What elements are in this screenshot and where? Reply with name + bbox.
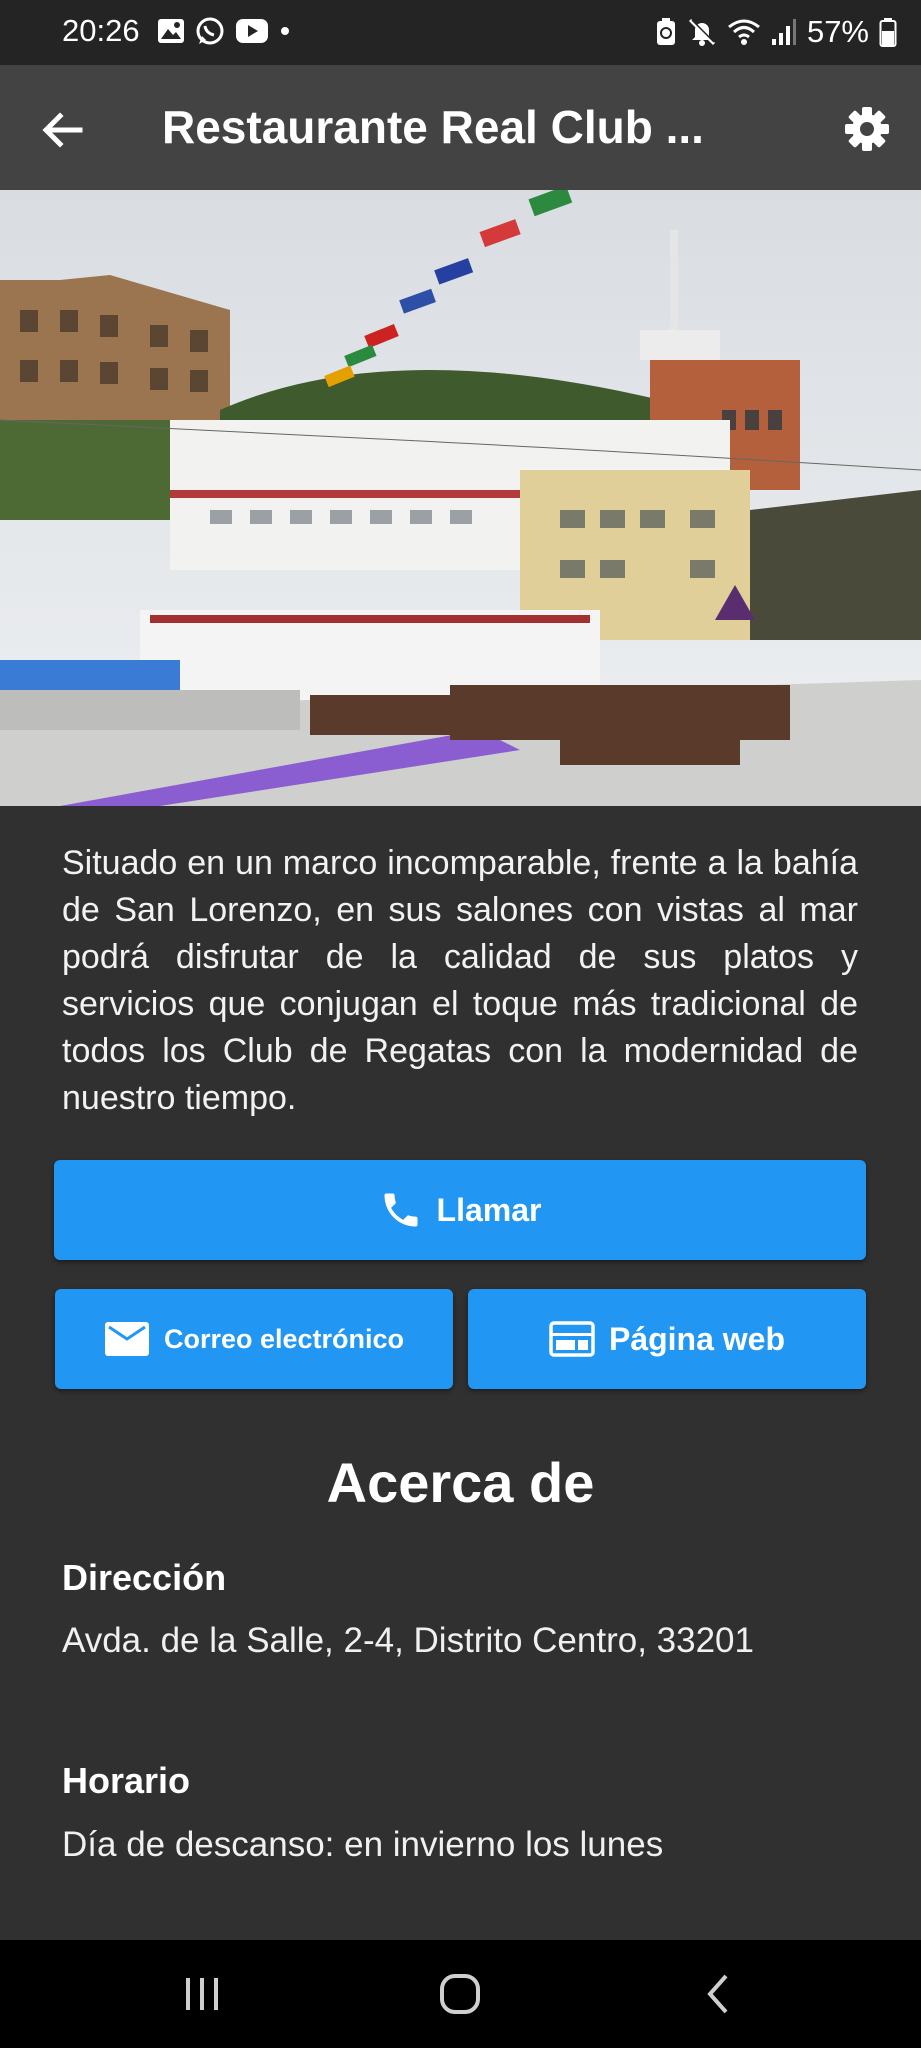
app-bar: Restaurante Real Club ... (0, 65, 921, 190)
system-nav-bar (0, 1940, 921, 2048)
hours-label: Horario (62, 1760, 191, 1801)
web-icon (549, 1321, 595, 1357)
battery-icon (879, 18, 897, 47)
call-button-label: Llamar (436, 1191, 542, 1228)
recycle-icon (656, 18, 675, 45)
status-time: 20:26 (62, 13, 140, 48)
call-button[interactable]: Llamar (54, 1160, 866, 1260)
recent-apps-icon[interactable] (180, 1974, 224, 2014)
status-bar: 20:26 57% (0, 0, 921, 65)
nav-back-icon[interactable] (700, 1972, 736, 2016)
whatsapp-icon (196, 17, 224, 45)
email-button[interactable]: Correo electrónico (55, 1289, 453, 1389)
restaurant-photo (0, 190, 921, 806)
about-title: Acerca de (326, 1451, 595, 1514)
home-icon[interactable] (438, 1972, 482, 2016)
page-title: Restaurante Real Club ... (162, 101, 704, 153)
youtube-icon (236, 19, 268, 43)
web-button[interactable]: Página web (468, 1289, 866, 1389)
hours-value: Día de descanso: en invierno los lunes (62, 1825, 664, 1864)
wifi-icon (728, 19, 760, 45)
signal-icon (771, 19, 796, 45)
address-value: Avda. de la Salle, 2-4, Distrito Centro,… (62, 1621, 754, 1660)
arrow-left-icon[interactable] (38, 105, 88, 155)
mute-icon (688, 18, 716, 46)
web-button-label: Página web (608, 1320, 786, 1357)
email-button-label: Correo electrónico (163, 1323, 405, 1354)
gear-icon[interactable] (842, 104, 892, 154)
description-text: Situado en un marco incomparable, frente… (62, 844, 858, 1117)
battery-percent: 57% (806, 14, 869, 49)
mail-icon (104, 1322, 149, 1356)
phone-icon (384, 1193, 418, 1227)
address-label: Dirección (62, 1557, 227, 1598)
dot-icon (281, 27, 289, 35)
gallery-icon (158, 19, 184, 43)
